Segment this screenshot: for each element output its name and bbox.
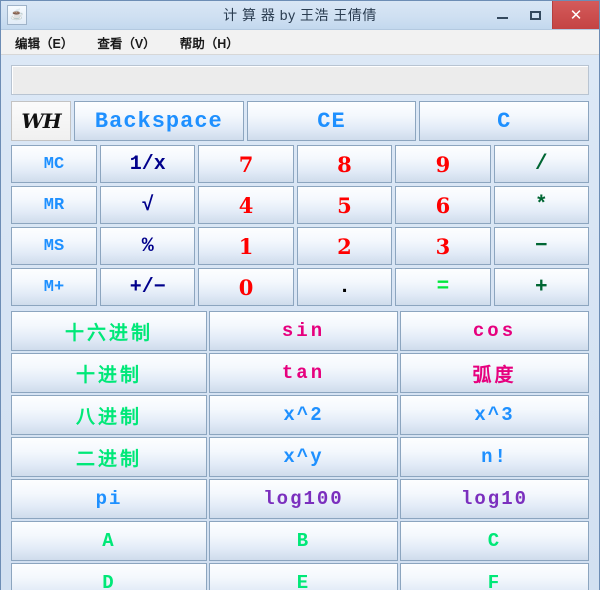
- button-square[interactable]: x^2: [209, 395, 398, 435]
- menu-help[interactable]: 帮助（H）: [172, 31, 247, 54]
- wh-logo-button[interactable]: WH: [11, 101, 71, 141]
- button-clear-entry[interactable]: CE: [246, 101, 417, 141]
- calculator-app: ☕ 计 算 器 by 王浩 王倩倩 ✕ 编辑（E） 查看（V） 帮助（H） WH…: [0, 0, 600, 590]
- button-decimal-point[interactable]: .: [296, 268, 393, 306]
- java-coffee-cup-icon: ☕: [7, 5, 27, 25]
- calculator-body: WH Backspace CE C MC MR MS M+ 1/x 7 8 9/√ 4 5…: [1, 55, 599, 590]
- button-divide[interactable]: /: [493, 145, 589, 183]
- button-multiply[interactable]: *: [493, 186, 589, 224]
- button-2[interactable]: 2: [296, 227, 393, 265]
- button-1[interactable]: 1: [198, 227, 294, 265]
- button-log100[interactable]: log100: [209, 479, 398, 519]
- window-controls: ✕: [486, 1, 599, 29]
- button-subtract[interactable]: −: [493, 227, 589, 265]
- button-memory-add[interactable]: M+: [11, 268, 97, 306]
- button-8[interactable]: 8: [296, 145, 393, 183]
- button-hex-c[interactable]: C: [400, 521, 589, 561]
- button-clear[interactable]: C: [419, 101, 590, 141]
- button-memory-store[interactable]: MS: [11, 227, 97, 265]
- button-factorial[interactable]: n!: [400, 437, 589, 477]
- display-field[interactable]: [11, 65, 589, 95]
- button-power[interactable]: x^y: [209, 437, 398, 477]
- memory-column: MC MR MS M+: [11, 145, 97, 306]
- button-memory-recall[interactable]: MR: [11, 186, 97, 224]
- button-sqrt[interactable]: √: [100, 186, 196, 224]
- button-hex-e[interactable]: E: [209, 563, 398, 590]
- button-6[interactable]: 6: [395, 186, 491, 224]
- button-sign-toggle[interactable]: +/−: [100, 268, 196, 306]
- button-3[interactable]: 3: [395, 227, 491, 265]
- button-percent[interactable]: %: [100, 227, 196, 265]
- button-hex-d[interactable]: D: [11, 563, 207, 590]
- button-log10[interactable]: log10: [400, 479, 589, 519]
- button-hexadecimal[interactable]: 十六进制: [11, 311, 207, 351]
- button-tan[interactable]: tan: [209, 353, 398, 393]
- button-cube[interactable]: x^3: [400, 395, 589, 435]
- button-memory-clear[interactable]: MC: [11, 145, 97, 183]
- button-sin[interactable]: sin: [209, 311, 398, 351]
- button-radian[interactable]: 弧度: [400, 353, 589, 393]
- button-decimal[interactable]: 十进制: [11, 353, 207, 393]
- button-9[interactable]: 9: [395, 145, 491, 183]
- button-reciprocal[interactable]: 1/x: [100, 145, 196, 183]
- button-hex-b[interactable]: B: [209, 521, 398, 561]
- button-5[interactable]: 5: [296, 186, 393, 224]
- application-window: ☕ 计 算 器 by 王浩 王倩倩 ✕ 编辑（E） 查看（V） 帮助（H） WH…: [0, 0, 600, 590]
- menu-view[interactable]: 查看（V）: [89, 31, 163, 54]
- function-grid: 十六进制 sin cos 十进制 tan 弧度 八进制 x^2 x^3 二进制 x^y n! pi log…: [11, 311, 589, 590]
- button-hex-f[interactable]: F: [400, 563, 589, 590]
- button-0[interactable]: 0: [198, 268, 294, 306]
- button-octal[interactable]: 八进制: [11, 395, 207, 435]
- button-cos[interactable]: cos: [400, 311, 589, 351]
- menu-bar: 编辑（E） 查看（V） 帮助（H）: [1, 30, 599, 55]
- number-operator-grid: 1/x 7 8 9/ √ 4 5 6 *% 1 2 3− +/− 0. = +: [100, 145, 589, 306]
- menu-edit[interactable]: 编辑（E）: [7, 31, 81, 54]
- title-bar: ☕ 计 算 器 by 王浩 王倩倩 ✕: [1, 1, 599, 30]
- keypad: MC MR MS M+ 1/x 7 8 9/ √ 4 5 6 *% 1 2 3− +/− 0. = +: [11, 145, 589, 306]
- button-equals[interactable]: =: [395, 268, 491, 306]
- button-7[interactable]: 7: [198, 145, 294, 183]
- maximize-icon[interactable]: [519, 1, 552, 29]
- button-4[interactable]: 4: [198, 186, 294, 224]
- button-pi[interactable]: pi: [11, 479, 207, 519]
- close-icon[interactable]: ✕: [552, 1, 599, 29]
- button-backspace[interactable]: Backspace: [74, 101, 244, 141]
- top-button-row: WH Backspace CE C: [11, 101, 590, 141]
- minimize-icon[interactable]: [486, 1, 519, 29]
- button-hex-a[interactable]: A: [11, 521, 207, 561]
- button-binary[interactable]: 二进制: [11, 437, 207, 477]
- button-add[interactable]: +: [493, 268, 589, 306]
